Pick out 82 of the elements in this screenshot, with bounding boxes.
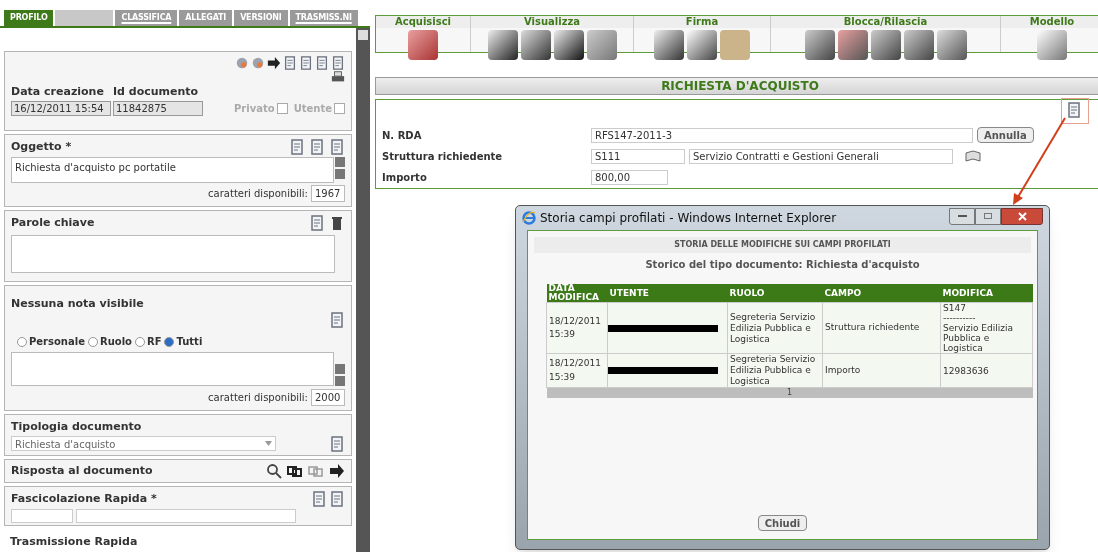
form-label: N. RDA <box>382 128 423 143</box>
history-heading: STORIA DELLE MODIFICHE SUI CAMPI PROFILATI <box>534 237 1031 253</box>
document-type-select[interactable]: Richiesta d'acquisto <box>11 436 276 451</box>
id-field[interactable]: 11842875 <box>113 100 203 116</box>
field-label: Tipologia documento <box>11 419 143 435</box>
radio-label: Personale <box>29 335 85 349</box>
radio-label: RF <box>146 335 162 349</box>
form-label: Struttura richiedente <box>382 149 504 164</box>
scroll-up-button[interactable] <box>335 157 345 168</box>
cancel-button[interactable]: Annulla <box>977 127 1034 143</box>
pager-bar: 1 <box>546 387 1033 398</box>
chars-available-label: caratteri disponibili: <box>208 187 308 202</box>
filing-description-field[interactable] <box>76 508 296 523</box>
table-cell-line: ---------- <box>943 313 977 323</box>
radio-button[interactable] <box>134 336 145 347</box>
document-title-bar: RICHIESTA D'ACQUISTO <box>375 77 1098 95</box>
field-label: Oggetto * <box>11 138 72 155</box>
tab[interactable]: PROFILO <box>4 10 54 26</box>
table-cell: 18/12/2011 15:39 <box>546 353 608 388</box>
toolbar-group-label: Blocca/Rilascia <box>771 16 1000 28</box>
field-label: Id documento <box>113 84 200 100</box>
description-field[interactable]: Servizio Contratti e Gestioni Generali <box>689 148 953 164</box>
code-field[interactable]: S111 <box>591 148 685 164</box>
field-label: Parole chiave <box>11 215 95 232</box>
filing-code-field[interactable] <box>11 508 73 523</box>
chars-available-field: 2000 <box>311 389 345 406</box>
radio-button[interactable] <box>17 336 27 347</box>
table-cell: Segreteria Servizio Edilizia Pubblica e Logistica <box>727 353 823 388</box>
table-cell-line: Servizio Edilizia Pubblica e Logistica <box>943 323 1014 353</box>
checkbox-label: Privato <box>234 101 275 116</box>
field-label: Data creazione <box>11 84 105 100</box>
toolbar-group-label: Acquisisci <box>376 16 470 28</box>
table-cell-line: 12983636 <box>943 365 990 376</box>
column-header: UTENTE <box>607 284 728 303</box>
subject-textarea[interactable]: Richiesta d'acquisto pc portatile <box>11 157 334 184</box>
trash-icon[interactable] <box>329 215 345 232</box>
toolbar-group-label: Visualizza <box>471 16 633 28</box>
close-dialog-button[interactable]: Chiudi <box>757 515 808 531</box>
radio-button[interactable] <box>164 336 175 347</box>
link-icon[interactable] <box>287 463 303 479</box>
text-field[interactable]: RFS147-2011-3 <box>591 127 973 143</box>
arrow-icon[interactable] <box>329 463 345 479</box>
minimize-button[interactable] <box>949 207 975 225</box>
column-header: MODIFICA <box>940 284 1033 303</box>
field-label: Fascicolazione Rapida * <box>11 491 157 507</box>
close-icon <box>1017 211 1027 221</box>
chars-available-field: 1967 <box>311 185 345 203</box>
field-label: Risposta al documento <box>11 462 153 479</box>
checkbox-label: Utente <box>293 101 332 116</box>
table-cell-line: S147 <box>943 303 967 313</box>
field-label: Trasmissione Rapida <box>10 535 138 548</box>
book-icon[interactable] <box>963 148 983 164</box>
column-header: DATA MODIFICA <box>546 284 608 303</box>
toolbar-group-label: Firma <box>634 16 770 28</box>
browser-e-icon <box>522 211 536 225</box>
table-cell: Segreteria Servizio Edilizia Pubblica e Logistica <box>727 302 823 354</box>
close-button[interactable] <box>1001 207 1043 225</box>
search-icon[interactable] <box>266 463 282 479</box>
table-cell: Importo <box>822 353 941 388</box>
window-title: Storia campi profilati - Windows Internet Explorer <box>540 210 837 227</box>
history-subtitle: Storico del tipo documento: Richiesta d'acquisto <box>644 258 921 272</box>
highlight-frame <box>1061 98 1089 124</box>
form-label: Importo <box>382 170 428 185</box>
toolbar-group-label: Modello <box>1001 16 1098 28</box>
radio-label: Tutti <box>176 335 203 349</box>
arrow-icon[interactable] <box>267 56 281 70</box>
maximize-button[interactable] <box>975 207 1001 225</box>
note-textarea[interactable] <box>11 352 334 386</box>
radio-button[interactable] <box>87 336 98 347</box>
date-field[interactable]: 16/12/2011 15:54 <box>11 100 111 116</box>
chars-available-label: caratteri disponibili: <box>208 391 308 405</box>
print-icon[interactable] <box>331 70 345 84</box>
table-cell: 18/12/2011 15:39 <box>546 302 608 354</box>
column-header: CAMPO <box>822 284 941 303</box>
scrollbar[interactable] <box>356 28 370 552</box>
amount-field[interactable]: 800,00 <box>591 169 668 185</box>
scroll-down-button[interactable] <box>335 169 345 180</box>
radio-label: Ruolo <box>99 335 132 349</box>
column-header: RUOLO <box>727 284 823 303</box>
dropdown-caret-icon <box>265 441 272 446</box>
field-label: Nessuna nota visibile <box>11 295 145 312</box>
table-cell: Struttura richiedente <box>822 302 941 354</box>
